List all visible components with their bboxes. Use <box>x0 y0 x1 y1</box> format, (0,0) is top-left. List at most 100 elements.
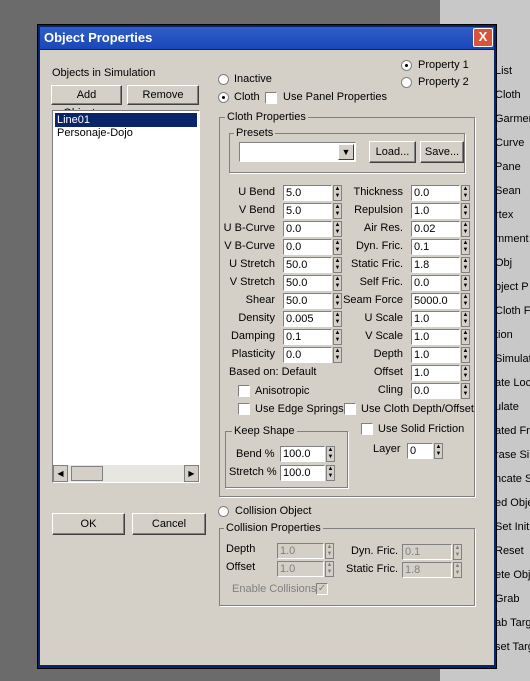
property-2-radio[interactable] <box>401 77 412 88</box>
spinner-arrows-icon[interactable]: ▲ ▼ <box>434 443 443 459</box>
spinner-arrows-icon[interactable]: ▲ ▼ <box>461 221 470 237</box>
cancel-button[interactable]: Cancel <box>132 513 206 535</box>
layer-value[interactable]: 0 <box>407 443 433 459</box>
spinner-arrows-icon[interactable]: ▲ ▼ <box>461 347 470 363</box>
inactive-label: Inactive <box>234 73 272 85</box>
use-panel-properties-label: Use Panel Properties <box>283 91 387 103</box>
use-cloth-depth-checkbox[interactable] <box>344 403 356 415</box>
spinner-arrows-icon[interactable]: ▲ ▼ <box>453 562 462 578</box>
close-icon[interactable]: X <box>473 28 493 47</box>
param-repulsion-value[interactable]: 1.0 <box>411 203 460 219</box>
list-item[interactable]: Line01 <box>55 113 197 127</box>
param-shear-value[interactable]: 50.0 <box>283 293 332 309</box>
param-static-fric--value[interactable]: 1.8 <box>411 257 460 273</box>
spinner-arrows-icon[interactable]: ▲ ▼ <box>461 185 470 201</box>
ok-button[interactable]: OK <box>52 513 125 535</box>
param-seam-force-value[interactable]: 5000.0 <box>411 293 460 309</box>
param-u-bend-value[interactable]: 5.0 <box>283 185 332 201</box>
presets-dropdown[interactable]: ▼ <box>239 142 356 162</box>
collision-depth-value[interactable]: 1.0 <box>277 543 324 559</box>
use-edge-springs-checkbox[interactable] <box>238 403 250 415</box>
scroll-thumb[interactable] <box>71 466 103 481</box>
scroll-left-icon[interactable]: ◀ <box>53 465 68 482</box>
param-v-b-curve-label: V B-Curve <box>224 240 275 252</box>
param-v-scale-value[interactable]: 1.0 <box>411 329 460 345</box>
anisotropic-checkbox[interactable] <box>238 385 250 397</box>
spinner-arrows-icon[interactable]: ▲ ▼ <box>326 446 335 462</box>
param-u-b-curve-value[interactable]: 0.0 <box>283 221 332 237</box>
param-v-b-curve-value[interactable]: 0.0 <box>283 239 332 255</box>
inactive-radio[interactable] <box>218 74 229 85</box>
param-plasticity-value[interactable]: 0.0 <box>283 347 332 363</box>
spinner-arrows-icon[interactable]: ▲ ▼ <box>461 239 470 255</box>
param-self-fric--value[interactable]: 0.0 <box>411 275 460 291</box>
use-solid-friction-label: Use Solid Friction <box>378 423 465 435</box>
dialog-title: Object Properties <box>40 27 494 49</box>
enable-collisions-label: Enable Collisions <box>232 583 317 595</box>
stretch-percent-label: Stretch % <box>229 466 277 478</box>
spinner-arrows-icon[interactable]: ▲ ▼ <box>461 365 470 381</box>
use-panel-properties-checkbox[interactable] <box>265 92 277 104</box>
spinner-arrows-icon[interactable]: ▲ ▼ <box>453 544 462 560</box>
collision-static-fric-label: Static Fric. <box>346 563 398 575</box>
property-1-label: Property 1 <box>418 59 469 71</box>
param-dyn-fric--value[interactable]: 0.1 <box>411 239 460 255</box>
spinner-arrows-icon[interactable]: ▲ ▼ <box>461 257 470 273</box>
spinner-arrows-icon[interactable]: ▲ ▼ <box>461 329 470 345</box>
param-u-scale-value[interactable]: 1.0 <box>411 311 460 327</box>
param-v-bend-label: V Bend <box>238 204 275 216</box>
objects-list[interactable]: Line01 Personaje-Dojo <box>52 110 200 483</box>
spinner-arrows-icon[interactable]: ▲ ▼ <box>326 465 335 481</box>
cloth-radio[interactable] <box>218 92 229 103</box>
param-u-stretch-value[interactable]: 50.0 <box>283 257 332 273</box>
spinner-arrows-icon[interactable]: ▲ ▼ <box>325 543 334 559</box>
param-seam-force-label: Seam Force <box>343 294 403 306</box>
spinner-arrows-icon[interactable]: ▲ ▼ <box>461 275 470 291</box>
param-thickness-label: Thickness <box>353 186 403 198</box>
param-offset-value[interactable]: 1.0 <box>411 365 460 381</box>
param-cling-value[interactable]: 0.0 <box>411 383 460 399</box>
param-plasticity-label: Plasticity <box>231 348 275 360</box>
cloth-label: Cloth <box>234 91 260 103</box>
list-horizontal-scrollbar[interactable]: ◀ ▶ <box>53 465 199 482</box>
scroll-right-icon[interactable]: ▶ <box>184 465 199 482</box>
param-v-scale-label: V Scale <box>365 330 403 342</box>
spinner-arrows-icon[interactable]: ▲ ▼ <box>461 383 470 399</box>
param-u-scale-label: U Scale <box>364 312 403 324</box>
param-air-res--value[interactable]: 0.02 <box>411 221 460 237</box>
param-v-stretch-value[interactable]: 50.0 <box>283 275 332 291</box>
remove-button[interactable]: Remove <box>127 85 199 105</box>
collision-object-label: Collision Object <box>235 505 312 517</box>
use-solid-friction-checkbox[interactable] <box>361 423 373 435</box>
param-shear-label: Shear <box>245 294 275 306</box>
param-damping-value[interactable]: 0.1 <box>283 329 332 345</box>
param-damping-label: Damping <box>230 330 275 342</box>
param-air-res--label: Air Res. <box>363 222 403 234</box>
param-depth-value[interactable]: 1.0 <box>411 347 460 363</box>
param-density-value[interactable]: 0.005 <box>283 311 332 327</box>
spinner-arrows-icon[interactable]: ▲ ▼ <box>325 561 334 577</box>
param-thickness-value[interactable]: 0.0 <box>411 185 460 201</box>
enable-collisions-checkbox[interactable]: ✓ <box>316 583 328 595</box>
param-v-bend-value[interactable]: 5.0 <box>283 203 332 219</box>
param-offset-label: Offset <box>373 366 403 378</box>
list-item[interactable]: Personaje-Dojo <box>55 126 197 140</box>
stretch-percent-value[interactable]: 100.0 <box>280 465 325 481</box>
spinner-arrows-icon[interactable]: ▲ ▼ <box>461 293 470 309</box>
anisotropic-label: Anisotropic <box>255 385 310 397</box>
keep-shape-label: Keep Shape <box>232 425 297 437</box>
chevron-down-icon[interactable]: ▼ <box>338 144 354 160</box>
collision-dyn-fric-value[interactable]: 0.1 <box>402 544 452 560</box>
load-button[interactable]: Load... <box>369 141 416 163</box>
collision-static-fric-value[interactable]: 1.8 <box>402 562 452 578</box>
based-on-label: Based on: Default <box>229 366 317 378</box>
collision-offset-value[interactable]: 1.0 <box>277 561 324 577</box>
property-1-radio[interactable] <box>401 60 412 71</box>
add-objects-button[interactable]: Add Objects... <box>51 85 122 119</box>
spinner-arrows-icon[interactable]: ▲ ▼ <box>461 203 470 219</box>
spinner-arrows-icon[interactable]: ▲ ▼ <box>461 311 470 327</box>
param-self-fric--label: Self Fric. <box>359 276 403 288</box>
bend-percent-value[interactable]: 100.0 <box>280 446 325 462</box>
collision-object-radio[interactable] <box>218 506 229 517</box>
save-button[interactable]: Save... <box>420 141 464 163</box>
